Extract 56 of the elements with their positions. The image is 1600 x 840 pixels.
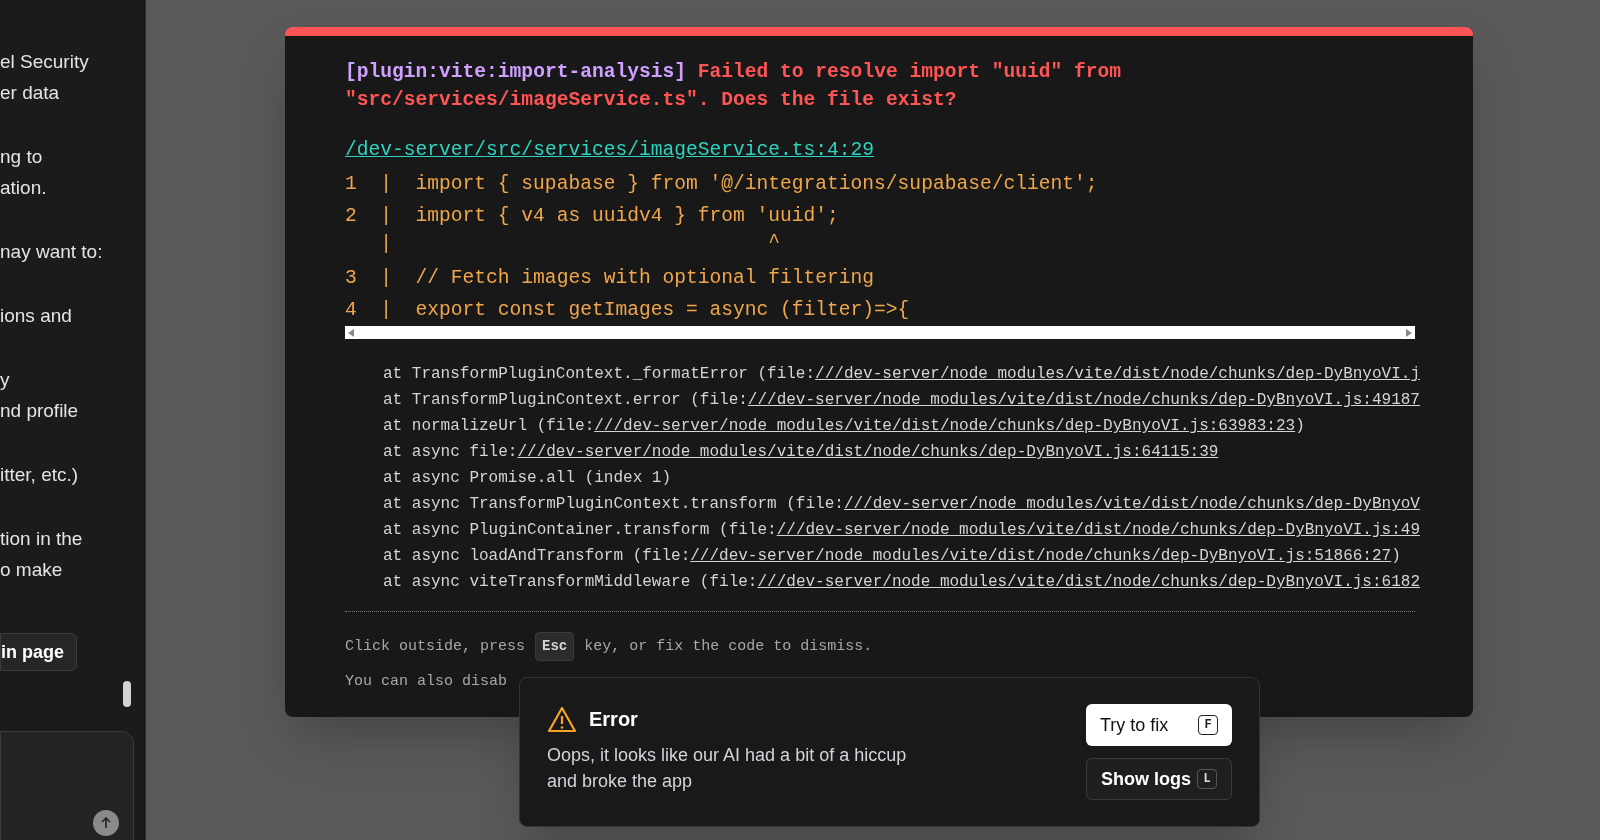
stack-link[interactable]: ///dev-server/node_modules/vite/dist/node/chunks/dep-DyBnyoVI.js:63983:23 bbox=[594, 417, 1296, 436]
chat-text-line: nd profile bbox=[0, 399, 80, 423]
stack-link[interactable]: ///dev-server/node_modules/vite/dist/node/chunks/dep-DyBnyoVI.js:49 bbox=[776, 521, 1420, 540]
chat-text-line: er data bbox=[0, 81, 61, 105]
file-link[interactable]: /dev-server/src/services/imageService.ts:4:29 bbox=[345, 139, 875, 161]
arrow-up-icon bbox=[100, 817, 112, 829]
chat-text-line: itter, etc.) bbox=[0, 463, 80, 487]
chat-text-line: o make bbox=[0, 558, 64, 582]
esc-key: Esc bbox=[535, 632, 575, 662]
chat-text-line: y bbox=[0, 368, 11, 392]
gutter-pipe-text: | bbox=[380, 172, 394, 198]
warning-icon bbox=[547, 705, 577, 733]
toast-message: Oops, it looks like our AI had a bit of a hiccup and broke the app bbox=[547, 744, 908, 793]
chat-text-line: nay want to: bbox=[0, 240, 104, 264]
stack-link[interactable]: ///dev-server/node_modules/vite/dist/node/chunks/dep-DyBnyoVI.js:64115:39 bbox=[517, 443, 1219, 462]
line-number: 1 bbox=[345, 172, 358, 198]
gutter-pipe-text: | bbox=[380, 266, 394, 292]
code-line: export const getImages = async (filter)=>{ bbox=[415, 298, 910, 324]
gutter-pipe-text: | bbox=[380, 204, 394, 230]
shortcut-key: L bbox=[1197, 769, 1217, 789]
stack-line: at normalizeUrl (file:///dev-server/node_modules/vite/dist/node/chunks/dep-DyBnyoVI.js:63983:23) bbox=[383, 416, 1306, 438]
sidebar-button[interactable]: in page bbox=[0, 633, 77, 671]
stack-line: at async loadAndTransform (file:///dev-server/node_modules/vite/dist/node/chunks/dep-DyBnyoVI.js:51866:27) bbox=[383, 546, 1402, 568]
gutter-pipe-text: | bbox=[380, 232, 394, 258]
dismiss-hint: key, or fix the code to dismiss. bbox=[584, 636, 873, 657]
gutter-pipe-text: | bbox=[380, 298, 394, 324]
code-line: import { v4 as uuidv4 } from 'uuid'; bbox=[415, 204, 839, 230]
horizontal-scrollbar[interactable] bbox=[345, 326, 1415, 340]
try-fix-button[interactable]: Try to fix F bbox=[1086, 704, 1232, 746]
scrollbar-thumb[interactable] bbox=[123, 681, 131, 707]
stack-link[interactable]: ///dev-server/node_modules/vite/dist/node/chunks/dep-DyBnyoVI.js:6182 bbox=[757, 573, 1420, 592]
shortcut-key: F bbox=[1198, 715, 1218, 735]
stack-line: at async Promise.all (index 1) bbox=[383, 468, 673, 490]
chat-text-line: ation. bbox=[0, 176, 48, 200]
stack-line: at async file:///dev-server/node_modules/vite/dist/node/chunks/dep-DyBnyoVI.js:64115:39 bbox=[383, 442, 1220, 464]
stack-link[interactable]: ///dev-server/node_modules/vite/dist/node/chunks/dep-DyBnyoVI.js:49187 bbox=[747, 391, 1420, 410]
error-caret: ^ bbox=[768, 232, 781, 256]
dismiss-hint: Click outside, press bbox=[345, 636, 526, 657]
stack-link[interactable]: ///dev-server/node_modules/vite/dist/node/chunks/dep-DyBnyoV bbox=[843, 495, 1420, 514]
chat-text-line: ions and bbox=[0, 304, 73, 328]
line-number: 4 bbox=[345, 298, 358, 324]
stack-link[interactable]: ///dev-server/node_modules/vite/dist/node/chunks/dep-DyBnyoVI.js:51866:27 bbox=[690, 547, 1392, 566]
line-number: 2 bbox=[345, 204, 358, 230]
show-logs-button[interactable]: Show logs L bbox=[1086, 758, 1232, 800]
config-hint: You can also disab bbox=[345, 672, 509, 693]
chat-text-line: tion in the bbox=[0, 527, 84, 551]
message-input[interactable] bbox=[0, 731, 134, 840]
toast-title: Error bbox=[589, 707, 638, 732]
chat-text-line: ng to bbox=[0, 145, 44, 169]
chat-text-line: el Security bbox=[0, 50, 90, 74]
error-message: [plugin:vite:import-analysis] Failed to resolve import "uuid" from "src/services/imageService.ts". Does the file exist? bbox=[345, 60, 1123, 113]
scroll-right-icon[interactable] bbox=[1406, 328, 1412, 337]
scroll-left-icon[interactable] bbox=[348, 328, 354, 337]
line-number: 3 bbox=[345, 266, 358, 292]
code-line: import { supabase } from '@/integrations/supabase/client'; bbox=[415, 172, 1098, 198]
code-line: // Fetch images with optional filtering bbox=[415, 266, 875, 292]
